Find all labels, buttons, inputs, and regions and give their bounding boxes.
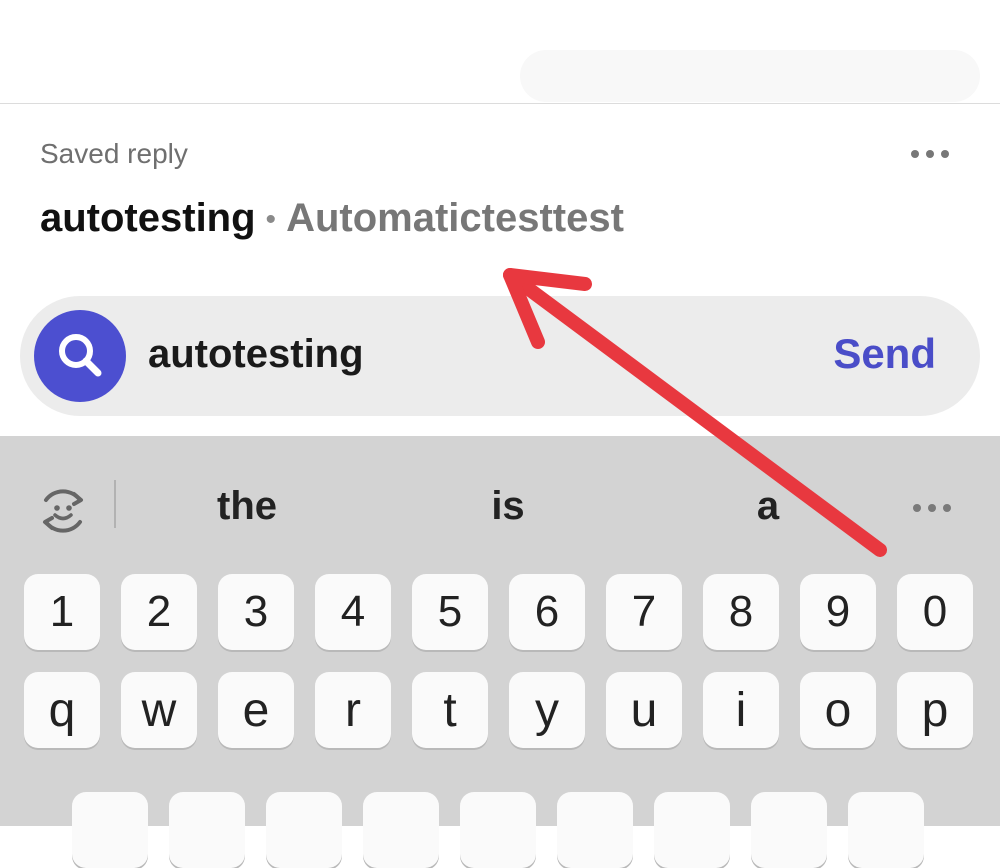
annotation-arrow (503, 268, 887, 557)
